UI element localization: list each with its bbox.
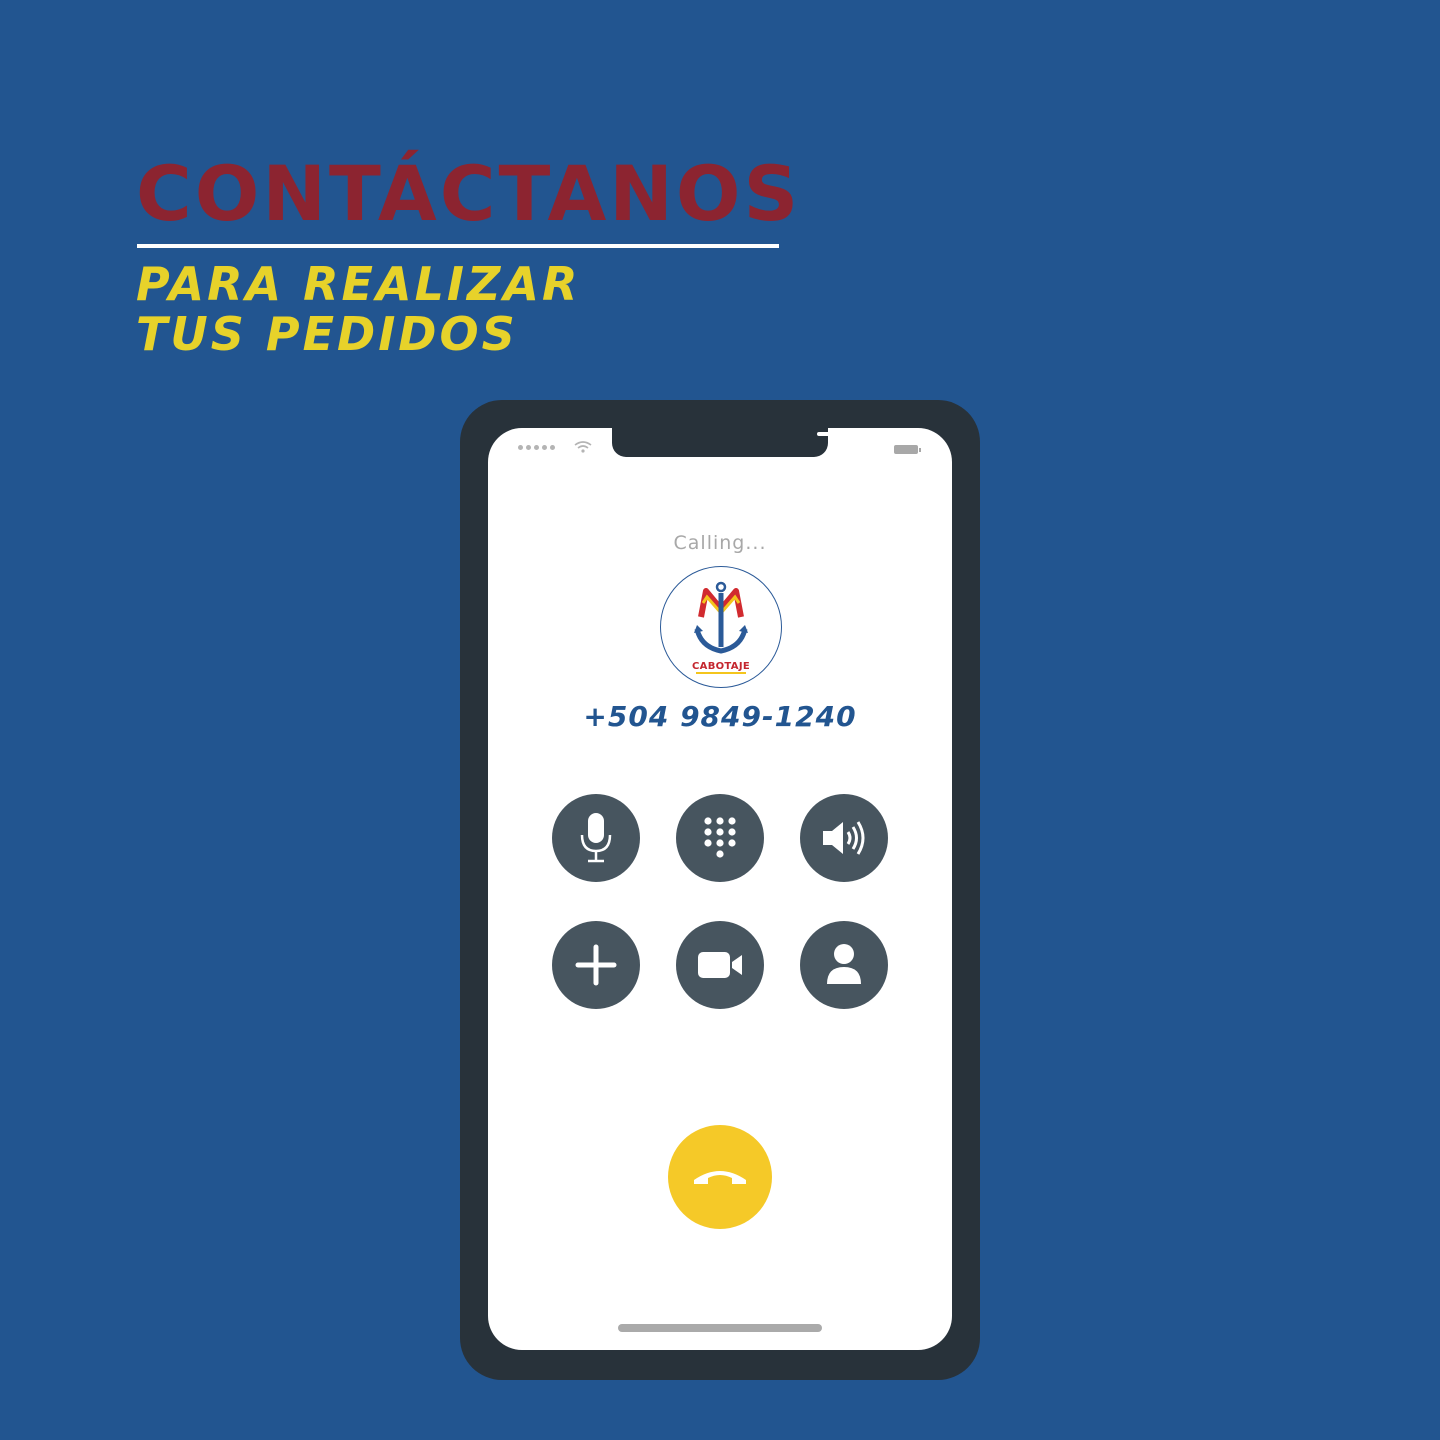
phone-screen: Calling... CABOTAJE +504 9849-1240 bbox=[488, 428, 952, 1350]
speaker-grille bbox=[817, 432, 871, 436]
video-call-button[interactable] bbox=[676, 921, 764, 1009]
title-divider bbox=[137, 244, 779, 248]
phone-number: +504 9849-1240 bbox=[583, 700, 857, 733]
call-status: Calling... bbox=[673, 532, 767, 554]
microphone-icon bbox=[580, 813, 612, 863]
keypad-icon bbox=[704, 817, 736, 858]
battery-icon bbox=[894, 445, 921, 454]
phone-notch bbox=[612, 428, 871, 457]
phone-mockup: Calling... CABOTAJE +504 9849-1240 bbox=[460, 400, 980, 1380]
subtitle-line-1: PARA REALIZAR bbox=[136, 257, 581, 311]
wifi-icon bbox=[574, 441, 592, 453]
person-icon bbox=[827, 944, 861, 984]
hang-up-icon bbox=[694, 1171, 746, 1184]
signal-icon bbox=[518, 445, 555, 450]
home-indicator[interactable] bbox=[618, 1324, 822, 1332]
speaker-icon bbox=[823, 821, 865, 855]
contact-logo-text: CABOTAJE bbox=[692, 661, 750, 672]
mute-button[interactable] bbox=[552, 794, 640, 882]
plus-icon bbox=[575, 944, 617, 986]
end-call-button[interactable] bbox=[668, 1125, 772, 1229]
page-title: CONTÁCTANOS bbox=[136, 149, 802, 238]
keypad-button[interactable] bbox=[676, 794, 764, 882]
speaker-button[interactable] bbox=[800, 794, 888, 882]
subtitle-line-2: TUS PEDIDOS bbox=[136, 307, 518, 361]
add-call-button[interactable] bbox=[552, 921, 640, 1009]
video-camera-icon bbox=[698, 952, 742, 978]
contacts-button[interactable] bbox=[800, 921, 888, 1009]
contact-logo: CABOTAJE bbox=[660, 566, 782, 688]
